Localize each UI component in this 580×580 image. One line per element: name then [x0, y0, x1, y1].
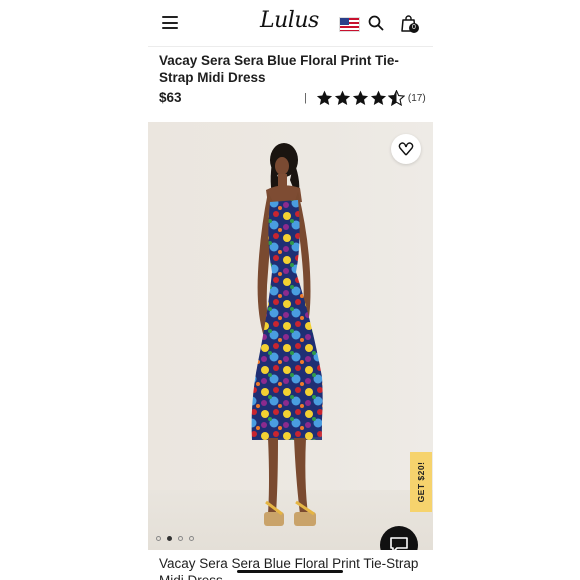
star-rating [316, 90, 405, 106]
product-image[interactable]: GET $20! [148, 122, 433, 550]
star-icon [370, 90, 386, 105]
product-title: Vacay Sera Sera Blue Floral Print Tie-St… [159, 53, 399, 85]
pagination-dot[interactable] [189, 536, 194, 541]
review-count: (17) [407, 92, 426, 104]
wishlist-button[interactable] [391, 134, 421, 164]
home-indicator[interactable] [237, 570, 343, 573]
heart-icon [398, 142, 414, 156]
brand-logo[interactable]: Lulus [260, 8, 319, 33]
hamburger-menu-icon[interactable] [162, 16, 178, 29]
promo-label: GET $20! [416, 461, 426, 503]
search-icon[interactable] [368, 15, 384, 31]
rating-summary[interactable]: | (17) [304, 89, 426, 107]
pagination-dot[interactable] [156, 536, 161, 541]
half-star-icon [387, 90, 405, 106]
promo-tab[interactable]: GET $20! [410, 452, 432, 512]
star-icon [334, 90, 350, 105]
model-photo [251, 143, 323, 526]
star-icon [352, 90, 368, 105]
product-price: $63 [159, 90, 182, 105]
left-letterbox [0, 0, 148, 580]
chat-bubble-icon [390, 537, 408, 550]
star-icon [316, 90, 332, 105]
image-pagination [156, 536, 194, 541]
us-flag-icon[interactable] [339, 17, 360, 32]
site-header: Lulus 0 [148, 0, 433, 47]
pagination-dot-active[interactable] [167, 536, 172, 541]
product-title-repeat: Vacay Sera Sera Blue Floral Print Tie-St… [159, 556, 419, 580]
cart-count-badge: 0 [409, 23, 419, 33]
mobile-page: Lulus 0 Vacay Sera Sera Blue Floral Prin… [148, 0, 433, 580]
right-letterbox [433, 0, 580, 580]
rating-divider: | [304, 92, 307, 104]
pagination-dot[interactable] [178, 536, 183, 541]
